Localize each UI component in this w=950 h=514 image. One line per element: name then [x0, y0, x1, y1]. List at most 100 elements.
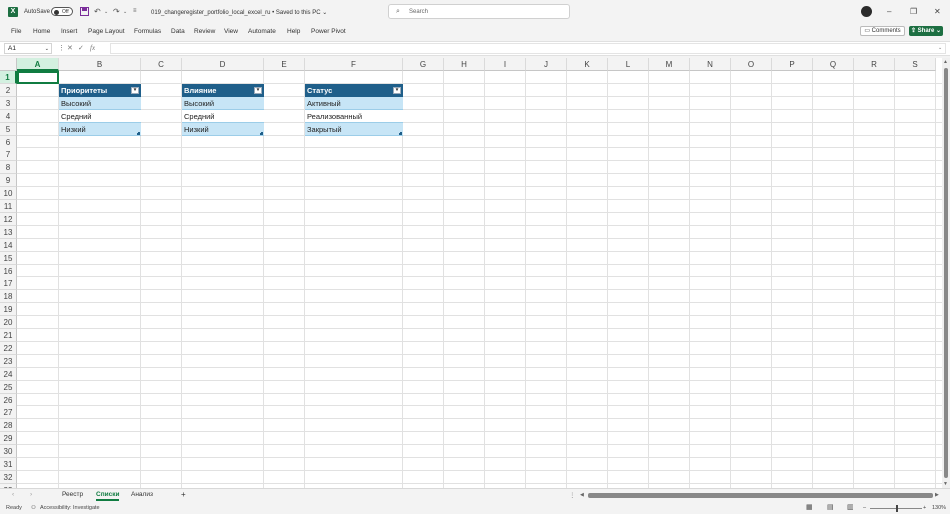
menu-view[interactable]: View	[224, 28, 238, 35]
filter-dropdown-icon[interactable]: ▾	[254, 86, 262, 94]
row-header-18[interactable]: 18	[0, 290, 17, 304]
row-header-22[interactable]: 22	[0, 341, 17, 355]
scroll-down-icon[interactable]: ▼	[943, 481, 948, 487]
share-button[interactable]: ⇪ Share ⌄	[909, 26, 943, 36]
row-header-11[interactable]: 11	[0, 200, 17, 213]
zoom-slider-knob[interactable]	[896, 505, 898, 512]
row-header-9[interactable]: 9	[0, 174, 17, 188]
row-header-3[interactable]: 3	[0, 96, 17, 110]
column-header-n[interactable]: N	[690, 58, 731, 71]
scroll-left-icon[interactable]: ◀	[580, 492, 584, 498]
row-header-21[interactable]: 21	[0, 329, 17, 342]
row-header-24[interactable]: 24	[0, 367, 17, 381]
accessibility-icon[interactable]: ⚇	[31, 505, 36, 511]
row-header-10[interactable]: 10	[0, 187, 17, 201]
save-icon[interactable]	[80, 7, 89, 18]
table-resize-handle-icon[interactable]	[260, 131, 263, 135]
menu-formulas[interactable]: Formulas	[134, 28, 161, 35]
table-cell[interactable]: Средний	[59, 109, 141, 123]
column-header-p[interactable]: P	[772, 58, 813, 71]
row-header-16[interactable]: 16	[0, 264, 17, 278]
active-cell-a1[interactable]	[17, 71, 59, 84]
scroll-right-icon[interactable]: ▶	[935, 492, 939, 498]
row-header-17[interactable]: 17	[0, 277, 17, 291]
table-cell[interactable]: Закрытый	[305, 122, 403, 136]
prev-sheet-icon[interactable]: ‹	[12, 491, 14, 498]
redo-dropdown-icon[interactable]: ⌄	[123, 9, 127, 15]
table-cell[interactable]: Высокий	[59, 96, 141, 110]
tab-split-handle-icon[interactable]: ⋮	[569, 491, 576, 499]
row-header-29[interactable]: 29	[0, 432, 17, 446]
page-break-view-icon[interactable]: ▥	[847, 503, 854, 511]
row-header-12[interactable]: 12	[0, 212, 17, 226]
menu-data[interactable]: Data	[171, 28, 185, 35]
menu-home[interactable]: Home	[33, 28, 50, 35]
column-header-m[interactable]: M	[649, 58, 690, 71]
accessibility-status[interactable]: Accessibility: Investigate	[40, 505, 100, 511]
undo-dropdown-icon[interactable]: ⌄	[104, 9, 108, 15]
row-header-27[interactable]: 27	[0, 406, 17, 420]
table-cell[interactable]: Низкий	[59, 122, 141, 136]
page-layout-view-icon[interactable]: ▤	[827, 503, 834, 511]
horizontal-scroll-thumb[interactable]	[588, 493, 933, 498]
undo-icon[interactable]: ↶	[94, 7, 101, 16]
row-header-20[interactable]: 20	[0, 316, 17, 330]
row-header-25[interactable]: 25	[0, 380, 17, 394]
menu-power-pivot[interactable]: Power Pivot	[311, 28, 346, 35]
column-header-r[interactable]: R	[854, 58, 895, 71]
table-resize-handle-icon[interactable]	[137, 131, 140, 135]
table-cell[interactable]: Активный	[305, 96, 403, 110]
next-sheet-icon[interactable]: ›	[30, 491, 32, 498]
minimize-icon[interactable]: –	[887, 7, 891, 16]
row-header-2[interactable]: 2	[0, 83, 17, 97]
row-header-15[interactable]: 15	[0, 251, 17, 265]
row-header-8[interactable]: 8	[0, 161, 17, 175]
row-header-13[interactable]: 13	[0, 225, 17, 239]
table-header-impact[interactable]: Влияние ▾	[182, 83, 264, 97]
column-header-c[interactable]: C	[141, 58, 182, 71]
name-box[interactable]: A1 ⌄	[4, 43, 52, 54]
table-cell[interactable]: Низкий	[182, 122, 264, 136]
menu-page-layout[interactable]: Page Layout	[88, 28, 125, 35]
vertical-scrollbar[interactable]: ▲ ▼	[942, 58, 950, 488]
redo-icon[interactable]: ↷	[113, 7, 120, 16]
column-header-k[interactable]: K	[567, 58, 608, 71]
column-header-l[interactable]: L	[608, 58, 649, 71]
worksheet-grid[interactable]: A B C D E F G H I J K L M N O P Q R S 1 2 3 4 5 6 7 8 9 10 11 12 13 14 15…	[0, 58, 942, 488]
menu-automate[interactable]: Automate	[248, 28, 276, 35]
row-header-26[interactable]: 26	[0, 393, 17, 407]
sheet-tab-lists[interactable]: Списки	[96, 491, 120, 501]
scroll-up-icon[interactable]: ▲	[943, 59, 948, 65]
sheet-tab-registry[interactable]: Реестр	[62, 491, 83, 498]
close-icon[interactable]: ✕	[934, 7, 941, 16]
row-header-31[interactable]: 31	[0, 458, 17, 471]
column-header-d[interactable]: D	[182, 58, 264, 71]
vertical-scroll-thumb[interactable]	[944, 68, 948, 478]
row-header-19[interactable]: 19	[0, 303, 17, 317]
column-header-a[interactable]: A	[17, 58, 59, 71]
column-header-o[interactable]: O	[731, 58, 772, 71]
row-header-23[interactable]: 23	[0, 354, 17, 368]
menu-review[interactable]: Review	[194, 28, 215, 35]
search-box[interactable]: ⌕ Search	[388, 4, 570, 19]
restore-icon[interactable]: ❐	[910, 7, 917, 16]
formula-input[interactable]	[110, 43, 946, 54]
column-header-b[interactable]: B	[59, 58, 141, 71]
menu-file[interactable]: File	[11, 28, 21, 35]
row-header-7[interactable]: 7	[0, 148, 17, 162]
cancel-icon[interactable]: ✕	[67, 44, 73, 52]
normal-view-icon[interactable]: ▦	[806, 503, 813, 511]
document-title[interactable]: 019_changeregister_portfolio_local_excel…	[151, 9, 327, 16]
row-header-28[interactable]: 28	[0, 419, 17, 433]
sheet-tab-analysis[interactable]: Анализ	[131, 491, 153, 498]
column-header-s[interactable]: S	[895, 58, 936, 71]
row-header-6[interactable]: 6	[0, 135, 17, 149]
column-header-q[interactable]: Q	[813, 58, 854, 71]
row-header-14[interactable]: 14	[0, 238, 17, 252]
autosave-toggle[interactable]: Off	[51, 7, 73, 16]
column-header-e[interactable]: E	[264, 58, 305, 71]
table-cell[interactable]: Высокий	[182, 96, 264, 110]
zoom-level[interactable]: 130%	[932, 505, 946, 511]
row-header-5[interactable]: 5	[0, 122, 17, 136]
zoom-in-icon[interactable]: +	[923, 505, 926, 511]
